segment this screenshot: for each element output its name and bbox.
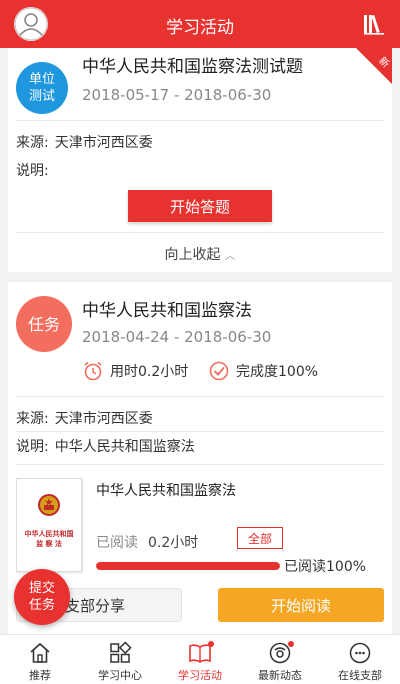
nav-item-news[interactable]: 最新动态 [240, 635, 320, 684]
chevron-up-icon: ︿ [224, 249, 236, 262]
nav-item-learning-center[interactable]: 学习中心 [80, 635, 160, 684]
read-time: 已阅读 0.2小时 [96, 535, 199, 551]
description-row: 说明: [16, 163, 49, 179]
read-progress-fill [96, 562, 280, 570]
divider [16, 232, 384, 233]
check-circle-icon [209, 361, 229, 381]
source-row: 来源: 天津市河西区委 [16, 135, 153, 151]
top-bar: 学习活动 [0, 0, 400, 48]
divider [16, 464, 384, 465]
divider [16, 120, 384, 121]
new-ribbon: 新 [356, 48, 392, 84]
start-answer-button[interactable]: 开始答题 [128, 190, 272, 222]
nav-item-recommend[interactable]: 推荐 [0, 635, 80, 684]
divider [16, 431, 384, 432]
source-row: 来源: 天津市河西区委 [16, 411, 153, 427]
notification-dot [208, 641, 214, 647]
notification-dot [288, 641, 294, 647]
nav-item-online-branch[interactable]: 在线支部 [320, 635, 400, 684]
apps-icon [110, 641, 132, 663]
national-emblem-icon [38, 494, 60, 516]
nav-item-learning-activity[interactable]: 学习活动 [160, 635, 240, 684]
submit-task-button[interactable]: 提交 任务 [14, 569, 70, 625]
card-title: 中华人民共和国监察法测试题 [82, 57, 303, 77]
page-title: 学习活动 [166, 18, 234, 38]
activity-card-test: 新 单位 测试 中华人民共和国监察法测试题 2018-05-17 - 2018-… [8, 48, 392, 272]
card-date: 2018-05-17 - 2018-06-30 [82, 86, 272, 104]
bottom-nav: 推荐 学习中心 学习活动 最新动态 在线支部 [0, 634, 400, 684]
card-date: 2018-04-24 - 2018-06-30 [82, 328, 272, 346]
book-cover[interactable]: 中华人民共和国 监 察 法 [16, 478, 82, 572]
completion-stat: 完成度100% [208, 360, 318, 382]
book-cover-text: 中华人民共和国 监 察 法 [24, 529, 74, 548]
collapse-toggle[interactable]: 向上收起 ︿ [8, 244, 392, 264]
unit-test-badge: 单位 测试 [16, 62, 68, 114]
time-used-stat: 用时0.2小时 [82, 360, 188, 382]
card-title: 中华人民共和国监察法 [82, 301, 252, 321]
read-progress-label: 已阅读100% [284, 559, 367, 575]
book-title: 中华人民共和国监察法 [96, 483, 236, 499]
home-icon [30, 642, 50, 663]
all-button[interactable]: 全部 [237, 527, 283, 549]
description-row: 说明: 中华人民共和国监察法 [16, 439, 195, 455]
task-badge: 任务 [16, 296, 72, 352]
chat-icon [349, 642, 371, 664]
alarm-clock-icon [84, 361, 102, 381]
library-icon[interactable] [362, 12, 386, 36]
read-progress-bar [96, 562, 280, 570]
start-reading-button[interactable]: 开始阅读 [218, 588, 384, 622]
divider [16, 396, 384, 397]
